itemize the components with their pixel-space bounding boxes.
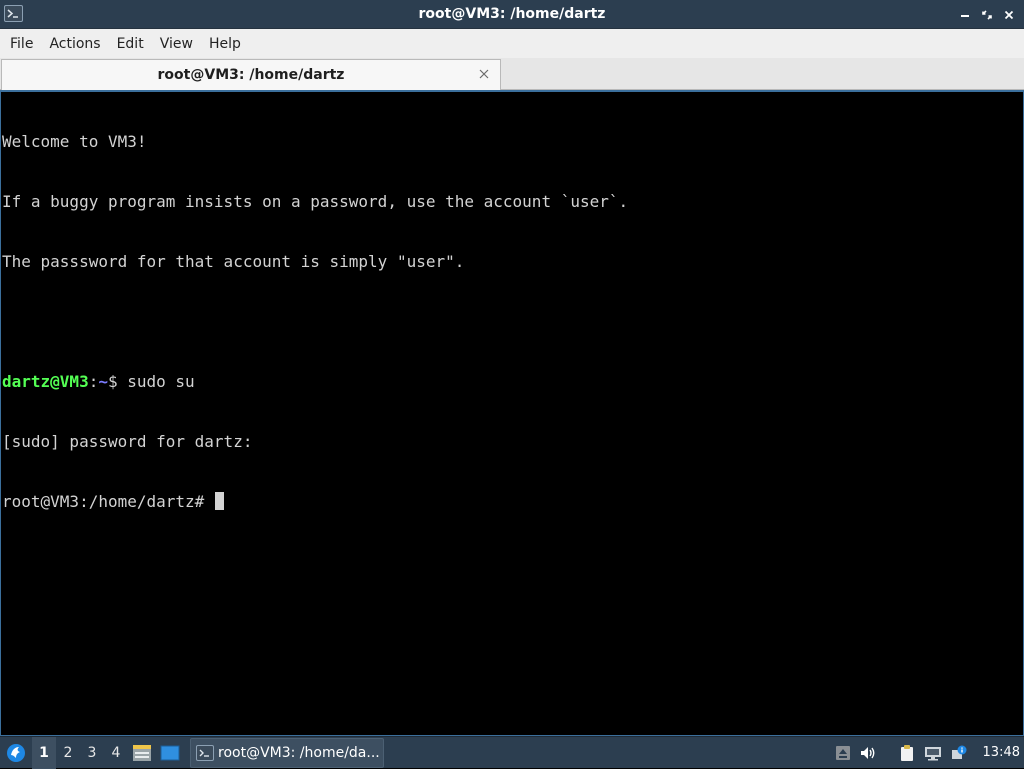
terminal-line: If a buggy program insists on a password… [2,192,629,211]
window-controls [954,0,1020,29]
terminal-line: The passsword for that account is simply… [2,252,465,271]
workspace-3[interactable]: 3 [80,737,104,769]
menu-bar: File Actions Edit View Help [0,29,1024,58]
tab-strip: root@VM3: /home/dartz [0,58,1024,90]
task-label: root@VM3: /home/da... [218,744,380,761]
clock[interactable]: 13:48 [972,745,1024,760]
prompt-command: sudo su [127,372,195,391]
root-prompt-line: root@VM3:/home/dartz# [2,492,1023,512]
clipboard-icon [901,744,913,761]
terminal-frame: Welcome to VM3! If a buggy program insis… [0,90,1024,736]
close-icon [479,69,489,79]
file-manager-icon [133,744,151,761]
terminal-icon[interactable] [4,5,23,22]
tab-close-button[interactable] [477,67,491,81]
prompt-user-host: dartz@VM3 [2,372,89,391]
menu-file[interactable]: File [2,32,41,56]
terminal-output[interactable]: Welcome to VM3! If a buggy program insis… [2,92,1023,735]
tab-label: root@VM3: /home/dartz [157,67,345,83]
window-title: root@VM3: /home/dartz [418,6,606,22]
network-tray-button[interactable] [920,737,946,769]
file-manager-button[interactable] [128,737,156,769]
network-icon [925,746,941,760]
upload-icon [836,745,850,760]
title-bar[interactable]: root@VM3: /home/dartz [0,0,1024,29]
lxqt-start-icon [7,743,25,762]
terminal-window: root@VM3: /home/dartz File Actions Edit [0,0,1024,736]
clipboard-tray-button[interactable] [894,737,920,769]
volume-tray-button[interactable] [856,737,882,769]
notification-tray-button[interactable] [946,737,972,769]
terminal-icon [196,744,214,761]
sudo-line: [sudo] password for dartz: [2,432,253,451]
root-prompt: root@VM3:/home/dartz# [2,492,214,511]
workspace-2[interactable]: 2 [56,737,80,769]
start-menu-button[interactable] [0,737,32,769]
upload-tray-button[interactable] [830,737,856,769]
minimize-icon [961,14,969,17]
terminal-line: Welcome to VM3! [2,132,147,151]
close-icon [1004,10,1014,19]
prompt-symbol: $ [107,372,128,391]
maximize-button[interactable] [976,5,998,25]
system-tray: 13:48 [830,737,1024,769]
prompt-separator: : [88,372,99,391]
desktop-icon [160,745,180,760]
close-button[interactable] [998,5,1020,25]
workspace-1[interactable]: 1 [32,736,56,769]
taskbar-terminal-task[interactable]: root@VM3: /home/da... [190,737,384,768]
menu-edit[interactable]: Edit [109,32,152,56]
prompt-path: ~ [98,372,108,391]
info-network-icon [952,745,967,759]
show-desktop-button[interactable] [156,737,184,769]
restore-icon [982,9,992,20]
minimize-button[interactable] [954,5,976,25]
tab-terminal[interactable]: root@VM3: /home/dartz [1,59,501,90]
volume-icon [861,746,875,759]
prompt-line: dartz@VM3:~$ sudo su [2,372,1023,392]
taskbar: 1 2 3 4 root@VM3: /home/da... 13:48 [0,736,1024,769]
menu-help[interactable]: Help [201,32,249,56]
workspace-4[interactable]: 4 [104,737,128,769]
text-cursor [214,492,224,510]
menu-actions[interactable]: Actions [41,32,108,56]
menu-view[interactable]: View [152,32,201,56]
